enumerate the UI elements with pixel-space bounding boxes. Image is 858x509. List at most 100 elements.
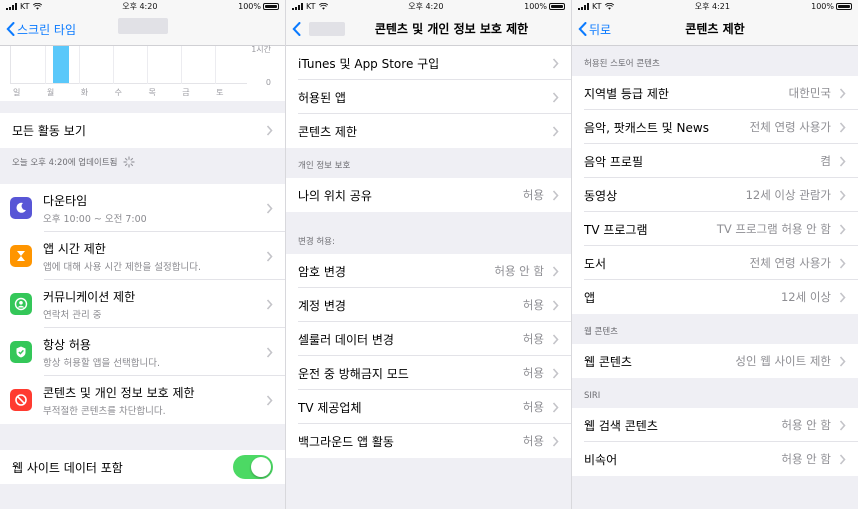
- chevron-right-icon: [839, 419, 846, 431]
- downtime-subtitle: 오후 10:00 ~ 오전 7:00: [43, 213, 147, 225]
- chevron-right-icon: [266, 394, 273, 406]
- background-app-activity-row[interactable]: 백그라운드 앱 활동 허용: [286, 424, 571, 458]
- communication-limits-row[interactable]: 커뮤니케이션 제한 연락처 관리 중: [0, 280, 285, 328]
- chevron-right-icon: [839, 223, 846, 235]
- passcode-changes-row[interactable]: 암호 변경 허용 안 함: [286, 254, 571, 288]
- block-icon: [10, 389, 32, 411]
- music-podcasts-news-row[interactable]: 음악, 팟캐스트 및 News 전체 연령 사용가: [572, 110, 858, 144]
- content-privacy-subtitle: 부적절한 콘텐츠를 차단합니다.: [43, 405, 166, 417]
- back-label: 뒤로: [589, 22, 612, 37]
- row-value: 허용 안 함: [781, 418, 831, 432]
- blurred-title: [118, 18, 168, 34]
- row-value: 허용: [522, 332, 544, 346]
- siri-section-header: SIRI: [584, 391, 601, 401]
- row-label: iTunes 및 App Store 구입: [298, 56, 440, 71]
- books-row[interactable]: 도서 전체 연령 사용가: [572, 246, 858, 280]
- screen-time-options: 다운타임 오후 10:00 ~ 오전 7:00 앱 시간 제한 앱에 대해 사용…: [0, 184, 285, 424]
- downtime-title: 다운타임: [43, 193, 88, 208]
- all-activity-row[interactable]: 모든 활동 보기: [0, 113, 285, 148]
- explicit-language-row[interactable]: 비속어 허용 안 함: [572, 442, 858, 476]
- status-time: 오후 4:21: [694, 1, 730, 11]
- day-label: 화: [80, 88, 89, 97]
- row-value: 성인 웹 사이트 제한: [735, 354, 831, 368]
- signal-icon: [578, 2, 589, 10]
- tv-shows-row[interactable]: TV 프로그램 TV 프로그램 허용 안 함: [572, 212, 858, 246]
- carrier-label: KT: [20, 1, 30, 11]
- battery-percent: 100%: [811, 1, 834, 11]
- row-label: 지역별 등급 제한: [584, 86, 669, 101]
- row-value: 켬: [820, 154, 831, 168]
- row-label: TV 제공업체: [298, 400, 362, 415]
- music-profiles-row[interactable]: 음악 프로필 켬: [572, 144, 858, 178]
- apps-row[interactable]: 앱 12세 이상: [572, 280, 858, 314]
- chevron-right-icon: [839, 189, 846, 201]
- app-limits-row[interactable]: 앱 시간 제한 앱에 대해 사용 시간 제한을 설정합니다.: [0, 232, 285, 280]
- privacy-group: 나의 위치 공유 허용: [286, 178, 571, 212]
- day-label: 수: [114, 88, 122, 97]
- wifi-icon: [604, 2, 614, 10]
- always-allowed-subtitle: 항상 허용할 앱을 선택합니다.: [43, 357, 160, 369]
- purchase-group: iTunes 및 App Store 구입 허용된 앱 콘텐츠 제한: [286, 46, 571, 148]
- row-label: 계정 변경: [298, 298, 346, 313]
- back-button[interactable]: 뒤로: [578, 12, 611, 46]
- battery-indicator: 100%: [524, 2, 565, 11]
- always-allowed-title: 항상 허용: [43, 337, 91, 352]
- chevron-right-icon: [552, 125, 559, 137]
- row-label: 암호 변경: [298, 264, 346, 279]
- chevron-right-icon: [266, 346, 273, 358]
- row-label: 음악 프로필: [584, 154, 644, 169]
- account-changes-row[interactable]: 계정 변경 허용: [286, 288, 571, 322]
- nav-bar: 스크린 타임: [0, 12, 285, 46]
- chevron-left-icon: [578, 22, 587, 36]
- battery-icon: [836, 2, 852, 10]
- row-label: 운전 중 방해금지 모드: [298, 366, 409, 381]
- status-time: 오후 4:20: [122, 1, 158, 11]
- carrier-label: KT: [592, 1, 602, 11]
- back-button[interactable]: 스크린 타임: [6, 12, 76, 46]
- signal-icon: [292, 2, 303, 10]
- screen-time-panel: KT 오후 4:20 100% 스크린 타임 1시간 0 일 월 화 수 목 금…: [0, 0, 286, 509]
- y-label-top: 1시간: [251, 45, 271, 54]
- web-data-toggle[interactable]: [233, 455, 273, 479]
- row-value: TV 프로그램 허용 안 함: [716, 222, 831, 236]
- allow-changes-header: 변경 허용:: [298, 237, 335, 247]
- wifi-icon: [318, 2, 328, 10]
- page-title: 콘텐츠 및 개인 정보 보호 제한: [374, 22, 529, 36]
- update-text: 오늘 오후 4:20에 업데이트됨: [12, 158, 118, 168]
- content-privacy-panel: KT 오후 4:20 100% 콘텐츠 및 개인 정보 보호 제한 iTunes…: [286, 0, 572, 509]
- day-label: 목: [148, 88, 156, 97]
- always-allowed-row[interactable]: 항상 허용 항상 허용할 앱을 선택합니다.: [0, 328, 285, 376]
- row-value: 전체 연령 사용가: [749, 256, 831, 270]
- chevron-right-icon: [552, 189, 559, 201]
- content-restrictions-row[interactable]: 콘텐츠 제한: [286, 114, 571, 148]
- web-search-content-row[interactable]: 웹 검색 콘텐츠 허용 안 함: [572, 408, 858, 442]
- chevron-right-icon: [839, 155, 846, 167]
- itunes-purchases-row[interactable]: iTunes 및 App Store 구입: [286, 46, 571, 80]
- loading-spinner-icon: [123, 156, 136, 168]
- update-status: 오늘 오후 4:20에 업데이트됨: [0, 148, 285, 176]
- row-value: 대한민국: [788, 86, 831, 100]
- usage-chart: 1시간 0 일 월 화 수 목 금 토: [0, 45, 285, 101]
- chart-day-labels: 일 월 화 수 목 금 토: [10, 87, 247, 99]
- ratings-region-row[interactable]: 지역별 등급 제한 대한민국: [572, 76, 858, 110]
- row-label: 동영상: [584, 188, 618, 203]
- location-sharing-row[interactable]: 나의 위치 공유 허용: [286, 178, 571, 212]
- web-content-group: 웹 콘텐츠 성인 웹 사이트 제한: [572, 344, 858, 378]
- blurred-back-label: [309, 22, 345, 36]
- dnd-while-driving-row[interactable]: 운전 중 방해금지 모드 허용: [286, 356, 571, 390]
- chevron-right-icon: [552, 367, 559, 379]
- content-privacy-row[interactable]: 콘텐츠 및 개인 정보 보호 제한 부적절한 콘텐츠를 차단합니다.: [0, 376, 285, 424]
- cellular-data-changes-row[interactable]: 셀룰러 데이터 변경 허용: [286, 322, 571, 356]
- tv-provider-row[interactable]: TV 제공업체 허용: [286, 390, 571, 424]
- wifi-icon: [32, 2, 42, 10]
- web-content-row[interactable]: 웹 콘텐츠 성인 웹 사이트 제한: [572, 344, 858, 378]
- row-label: TV 프로그램: [584, 222, 648, 237]
- row-value: 12세 이상 관람가: [745, 188, 831, 202]
- chevron-right-icon: [839, 257, 846, 269]
- day-label: 금: [182, 88, 190, 97]
- allowed-apps-row[interactable]: 허용된 앱: [286, 80, 571, 114]
- movies-row[interactable]: 동영상 12세 이상 관람가: [572, 178, 858, 212]
- back-button[interactable]: [292, 12, 345, 46]
- row-value: 허용: [522, 188, 544, 202]
- downtime-row[interactable]: 다운타임 오후 10:00 ~ 오전 7:00: [0, 184, 285, 232]
